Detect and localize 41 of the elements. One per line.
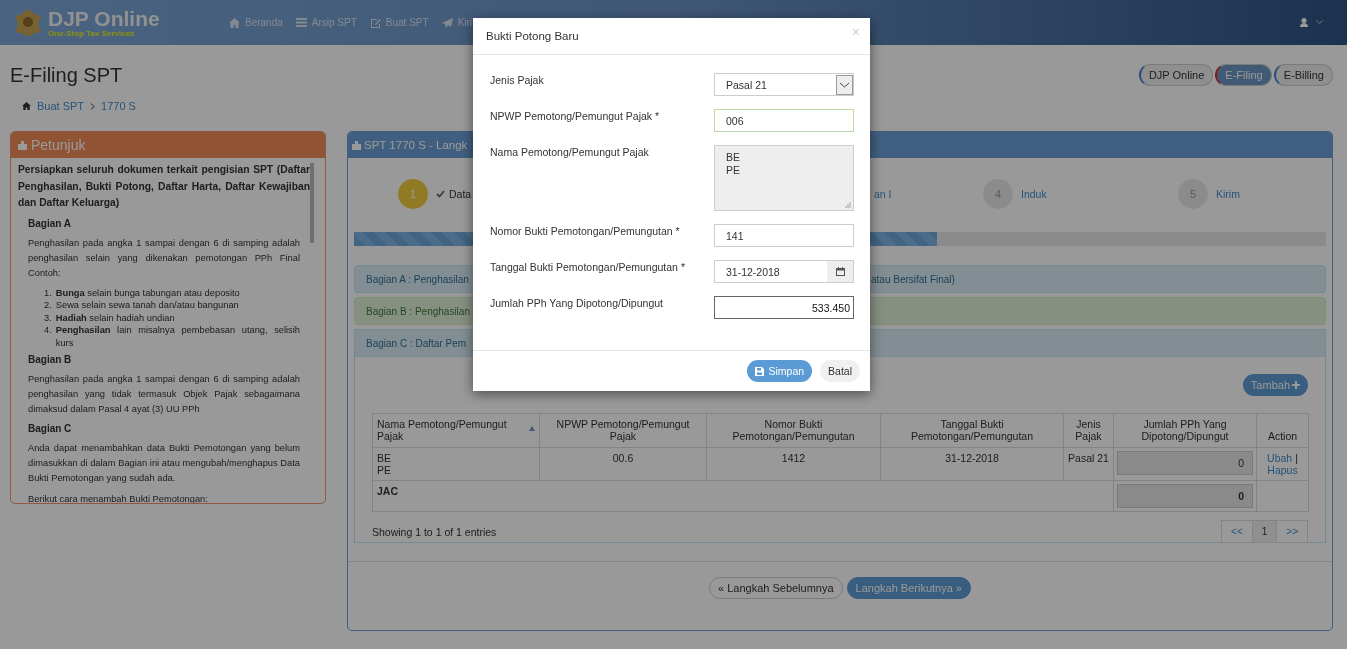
table-cell: BE PE bbox=[372, 447, 540, 481]
field-label: NPWP Pemotong/Pemungut Pajak * bbox=[490, 109, 660, 122]
logo-title: DJP Online bbox=[48, 7, 160, 29]
section-title: Bagian B : Penghasilan bbox=[366, 305, 470, 317]
list-number: 1. bbox=[44, 286, 52, 299]
section-title: Bagian C : Daftar Pem bbox=[366, 337, 467, 349]
total-label: JAC bbox=[372, 480, 1114, 512]
table-cell: 31-12-2018 bbox=[880, 447, 1064, 481]
panel-title: Petunjuk bbox=[31, 137, 86, 153]
field-label: Jumlah PPh Yang Dipotong/Dipungut bbox=[490, 296, 663, 309]
paragraph: Penghasilan pada angka 1 sampai dengan 6 di samping adalah penghasilan yang tidak termasuk Objek Pajak sebagaimana dimaksud dalam Pasal 4 ayat (3) UU PPh bbox=[28, 373, 300, 416]
table-cell: 00.6 bbox=[539, 447, 707, 481]
list-number: 3. bbox=[44, 311, 52, 324]
section-heading: Bagian B bbox=[28, 354, 73, 365]
logo-subtitle: One-Stop Tax Services bbox=[48, 28, 136, 38]
paragraph: Anda dapat menambahkan data Bukti Pemotongan yang belum dimasukkan di dalam Bagian ini atau mengubah/menghapus Data Bukti Pemotongan yang sudah ada. bbox=[28, 442, 300, 485]
intro-text: Persiapkan seluruh dokumen terkait pengisian SPT (Daftar Penghasilan, Bukti Potong, Daftar Harta, Daftar Kewajiban dan Daftar Keluarga) bbox=[18, 163, 310, 210]
list-number: 2. bbox=[44, 299, 52, 312]
table-cell: 1412 bbox=[706, 447, 881, 481]
section-title: atau Bersifat Final) bbox=[871, 273, 955, 285]
list-item-text: Bunga selain bunga tabungan atau deposito bbox=[55, 286, 241, 299]
paragraph: Berikut cara menambah Bukti Pemotongan: bbox=[28, 493, 209, 503]
section-heading: Bagian C bbox=[28, 423, 73, 434]
separator-text: | bbox=[1295, 452, 1298, 464]
field-label: Tanggal Bukti Pemotongan/Pemungutan * bbox=[490, 260, 685, 273]
entries-info: Showing 1 to 1 of 1 entries bbox=[372, 525, 497, 538]
list-item-text: Hadiah selain hadiah undian bbox=[55, 311, 176, 324]
dialog-title: Bukti Potong Baru bbox=[486, 30, 579, 42]
section-heading: Bagian A bbox=[28, 217, 72, 229]
panel-title: SPT 1770 S - Langk bbox=[364, 139, 468, 151]
total-field: 0 bbox=[1117, 484, 1253, 508]
list-item-text: Penghasilan lain misalnya pembebasan utang, selisih kurs bbox=[55, 324, 300, 349]
section-title: Bagian A : Penghasilan bbox=[366, 273, 469, 285]
field-label: Nama Pemotong/Pemungut Pajak bbox=[490, 145, 649, 158]
field-label: Nomor Bukti Pemotongan/Pemungutan * bbox=[490, 224, 680, 237]
list-number: 4. bbox=[44, 324, 52, 337]
list-item-text: Sewa selain sewa tanah dan/atau bangunan bbox=[55, 299, 240, 312]
page-title: E-Filing SPT bbox=[10, 64, 124, 87]
field-label: Jenis Pajak bbox=[490, 73, 544, 86]
table-cell: Pasal 21 bbox=[1063, 447, 1114, 481]
paragraph: Penghasilan pada angka 1 sampai dengan 6 di samping adalah penghasilan selain yang dikenakan pemotongan PPh Final Contoh: bbox=[28, 236, 300, 280]
